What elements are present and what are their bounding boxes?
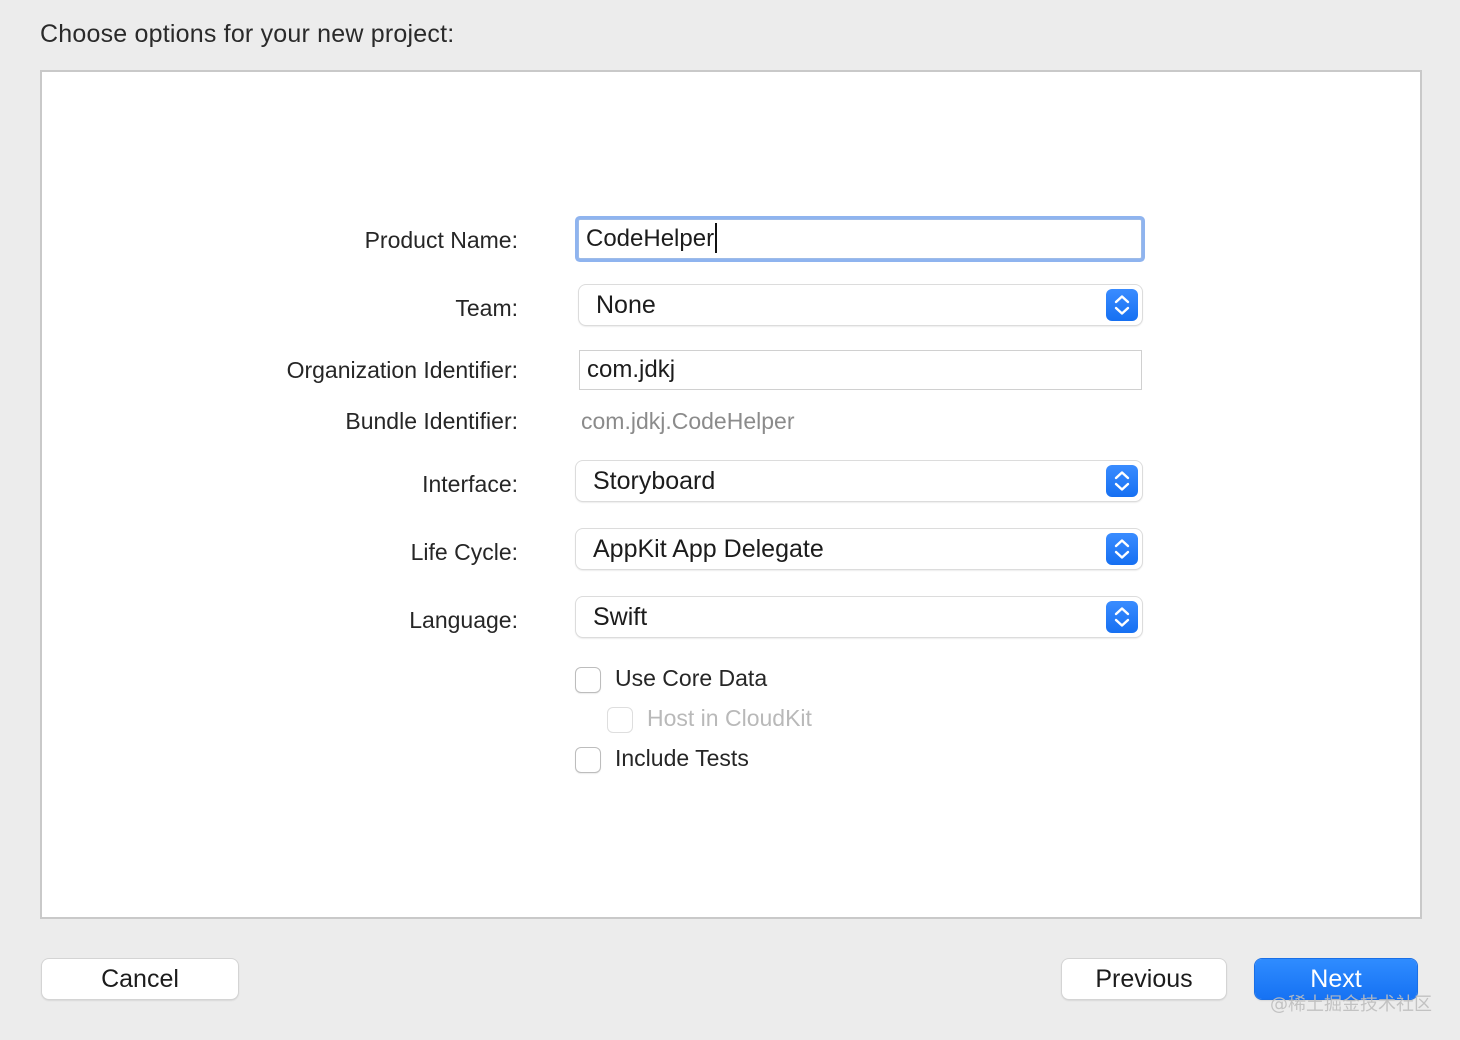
options-panel: Product Name: CodeHelper Team: None Orga… bbox=[40, 70, 1422, 919]
team-popup[interactable]: None bbox=[579, 285, 1142, 325]
language-popup[interactable]: Swift bbox=[576, 597, 1142, 637]
include-tests-checkbox[interactable] bbox=[575, 747, 601, 773]
team-label: Team: bbox=[455, 295, 518, 321]
chevron-up-down-icon bbox=[1106, 601, 1138, 633]
organization-identifier-value: com.jdkj bbox=[587, 356, 676, 383]
include-tests-label: Include Tests bbox=[615, 745, 749, 771]
host-in-cloudkit-checkbox bbox=[607, 707, 633, 733]
life-cycle-popup[interactable]: AppKit App Delegate bbox=[576, 529, 1142, 569]
use-core-data-checkbox[interactable] bbox=[575, 667, 601, 693]
bundle-identifier-label: Bundle Identifier: bbox=[345, 408, 518, 434]
team-value: None bbox=[596, 291, 656, 319]
host-in-cloudkit-label: Host in CloudKit bbox=[647, 705, 812, 731]
language-label: Language: bbox=[409, 607, 518, 633]
product-name-field[interactable]: CodeHelper bbox=[578, 219, 1142, 259]
organization-identifier-field[interactable]: com.jdkj bbox=[579, 350, 1142, 390]
chevron-up-down-icon bbox=[1106, 465, 1138, 497]
interface-value: Storyboard bbox=[593, 467, 716, 495]
previous-button[interactable]: Previous bbox=[1062, 959, 1226, 999]
interface-popup[interactable]: Storyboard bbox=[576, 461, 1142, 501]
life-cycle-label: Life Cycle: bbox=[410, 539, 518, 565]
interface-label: Interface: bbox=[422, 471, 518, 497]
chevron-up-down-icon bbox=[1106, 533, 1138, 565]
language-value: Swift bbox=[593, 603, 648, 631]
product-name-label: Product Name: bbox=[364, 227, 518, 253]
page-title: Choose options for your new project: bbox=[40, 20, 455, 48]
new-project-options-window: Choose options for your new project: Pro… bbox=[0, 0, 1460, 1040]
product-name-value: CodeHelper bbox=[586, 225, 715, 252]
watermark: @稀土掘金技术社区 bbox=[1270, 994, 1432, 1015]
use-core-data-label: Use Core Data bbox=[615, 665, 768, 691]
bundle-identifier-value: com.jdkj.CodeHelper bbox=[581, 408, 795, 434]
chevron-up-down-icon bbox=[1106, 289, 1138, 321]
organization-identifier-label: Organization Identifier: bbox=[286, 357, 518, 383]
life-cycle-value: AppKit App Delegate bbox=[593, 535, 824, 563]
text-caret bbox=[715, 222, 718, 253]
cancel-button[interactable]: Cancel bbox=[42, 959, 238, 999]
